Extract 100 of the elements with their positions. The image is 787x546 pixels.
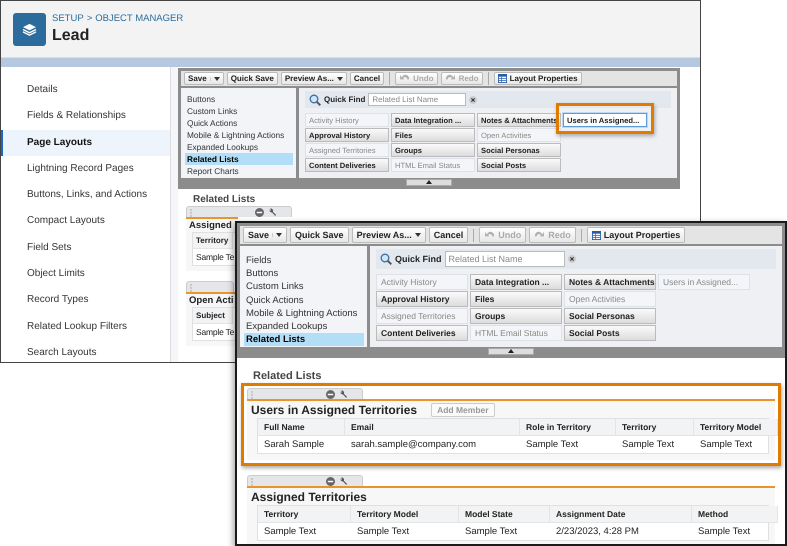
category-item[interactable]: Custom Links xyxy=(244,280,364,294)
section-heading: Related Lists xyxy=(252,370,322,382)
remove-icon[interactable] xyxy=(326,390,335,399)
caret-icon xyxy=(414,233,421,237)
table-cell-text: Sample Text xyxy=(697,525,752,540)
column-header: Subject xyxy=(193,308,233,324)
drag-tab[interactable] xyxy=(186,206,292,217)
column-header: Full Name xyxy=(258,419,345,436)
toolbar-button[interactable]: Quick Save xyxy=(226,72,278,85)
column-header: Territory xyxy=(616,419,694,436)
related-list-item[interactable]: Groups xyxy=(470,308,562,324)
table-cell-text: Sample Text xyxy=(621,438,676,452)
related-list-item[interactable]: Approval History xyxy=(376,291,468,307)
collapse-handle[interactable] xyxy=(406,179,452,186)
toolbar-button[interactable]: Layout Properties xyxy=(494,72,582,85)
layers-icon xyxy=(13,12,46,46)
remove-icon[interactable] xyxy=(255,208,264,216)
page-title: Lead xyxy=(52,27,90,45)
sidebar-item[interactable]: Fields & Relationships xyxy=(1,103,170,130)
card-title: Assigned Territories xyxy=(251,490,367,504)
wrench-icon[interactable] xyxy=(339,476,348,486)
caret-icon xyxy=(214,76,220,80)
table-cell-text: 2/23/2023, 4:28 PM xyxy=(555,525,640,540)
card-title: Assigned xyxy=(189,220,232,231)
column-header: Method xyxy=(692,506,778,524)
remove-icon[interactable] xyxy=(326,476,335,486)
search-icon xyxy=(380,253,392,265)
quick-find-label: Quick Find xyxy=(395,254,442,264)
section-heading: Related Lists xyxy=(192,194,256,205)
table-cell-text: Sample Text xyxy=(263,525,318,540)
table-cell-text: sarah.sample@company.com xyxy=(350,438,478,452)
caret-icon xyxy=(276,233,282,237)
table-cell-text: Sample Te xyxy=(195,251,233,264)
category-item[interactable]: Buttons xyxy=(185,93,293,105)
toolbar-button[interactable]: Layout Properties xyxy=(586,227,686,243)
table-cell-text: Sample Text xyxy=(525,438,580,452)
category-item[interactable]: Fields xyxy=(244,254,364,268)
toolbar-button[interactable]: Quick Save xyxy=(290,227,349,243)
toolbar-button[interactable]: Preview As... xyxy=(352,227,426,243)
column-header: Email xyxy=(345,419,520,436)
related-list-item[interactable]: Files xyxy=(470,291,562,307)
breadcrumb-link[interactable]: SETUP xyxy=(52,13,84,24)
category-item[interactable]: Related Lists xyxy=(244,333,364,346)
card-title: Open Acti xyxy=(189,295,234,306)
toolbar-button[interactable]: Cancel xyxy=(428,227,468,243)
clear-icon[interactable] xyxy=(469,96,478,104)
related-list-item[interactable]: Data Integration ... xyxy=(470,274,562,290)
related-list-item[interactable]: Notes & Attachments xyxy=(564,274,656,290)
toolbar-button[interactable]: Save xyxy=(243,227,288,243)
column-header: Model State xyxy=(459,506,550,524)
category-item[interactable]: Quick Actions xyxy=(185,117,293,129)
sidebar-item[interactable]: Related Lookup Filters xyxy=(1,314,170,340)
toolbar-button[interactable]: Save xyxy=(184,72,224,85)
sidebar-item[interactable]: Details xyxy=(1,77,170,104)
clear-icon[interactable] xyxy=(568,255,576,263)
caret-icon xyxy=(336,76,343,80)
breadcrumb-separator: > xyxy=(86,13,92,24)
table-cell-text: Sample Text xyxy=(699,438,754,452)
category-item[interactable]: Mobile & Lightning Actions xyxy=(185,129,293,141)
sidebar-item[interactable]: Search Layouts xyxy=(1,340,170,362)
category-item[interactable]: Mobile & Lightning Actions xyxy=(244,306,364,320)
category-item[interactable]: Quick Actions xyxy=(244,294,364,307)
category-item[interactable]: Expanded Lookups xyxy=(244,320,364,334)
drag-tab[interactable] xyxy=(247,388,363,400)
sidebar-item[interactable]: Record Types xyxy=(1,287,170,314)
collapse-handle[interactable] xyxy=(488,348,534,356)
column-header: Territory Model xyxy=(351,506,459,524)
wrench-icon[interactable] xyxy=(268,208,277,216)
sidebar-item[interactable]: Page Layouts xyxy=(1,130,170,156)
wrench-icon[interactable] xyxy=(339,390,348,399)
column-header: Territory xyxy=(193,233,233,249)
table-cell-text: Sample Te xyxy=(195,326,233,339)
sidebar-item[interactable]: Lightning Record Pages xyxy=(1,156,170,182)
related-list-item[interactable]: Content Deliveries xyxy=(376,325,468,341)
breadcrumb-link[interactable]: OBJECT MANAGER xyxy=(95,13,184,24)
drag-tab[interactable] xyxy=(247,475,363,486)
table-cell-text: Sarah Sample xyxy=(263,438,326,452)
related-list-item[interactable]: Social Personas xyxy=(564,308,656,324)
column-header: Role in Territory xyxy=(520,419,616,436)
sidebar-item[interactable]: Compact Layouts xyxy=(1,208,170,235)
column-header: Territory xyxy=(258,506,351,524)
category-item[interactable]: Expanded Lookups xyxy=(185,141,293,153)
category-item[interactable]: Buttons xyxy=(244,267,364,280)
quick-find-field[interactable]: Related List Name xyxy=(368,93,466,106)
table-cell-text: Sample Text xyxy=(464,525,518,540)
category-item[interactable]: Report Charts xyxy=(185,165,293,177)
toolbar-button[interactable]: Preview As... xyxy=(280,72,347,85)
quick-find-label: Quick Find xyxy=(324,95,366,104)
search-icon xyxy=(309,94,321,106)
toolbar-button[interactable]: Cancel xyxy=(350,72,384,85)
table-cell-text: Sample Text xyxy=(356,525,410,540)
table-icon xyxy=(498,74,507,83)
sidebar-item[interactable]: Object Limits xyxy=(1,261,170,288)
category-item[interactable]: Custom Links xyxy=(185,105,293,117)
quick-find-field[interactable]: Related List Name xyxy=(444,251,565,267)
category-item[interactable]: Related Lists xyxy=(185,153,293,165)
sidebar-item[interactable]: Buttons, Links, and Actions xyxy=(1,182,170,208)
related-list-item[interactable]: Social Posts xyxy=(564,325,656,341)
card-title: Users in Assigned Territories xyxy=(251,403,418,418)
sidebar-item[interactable]: Field Sets xyxy=(1,234,170,262)
